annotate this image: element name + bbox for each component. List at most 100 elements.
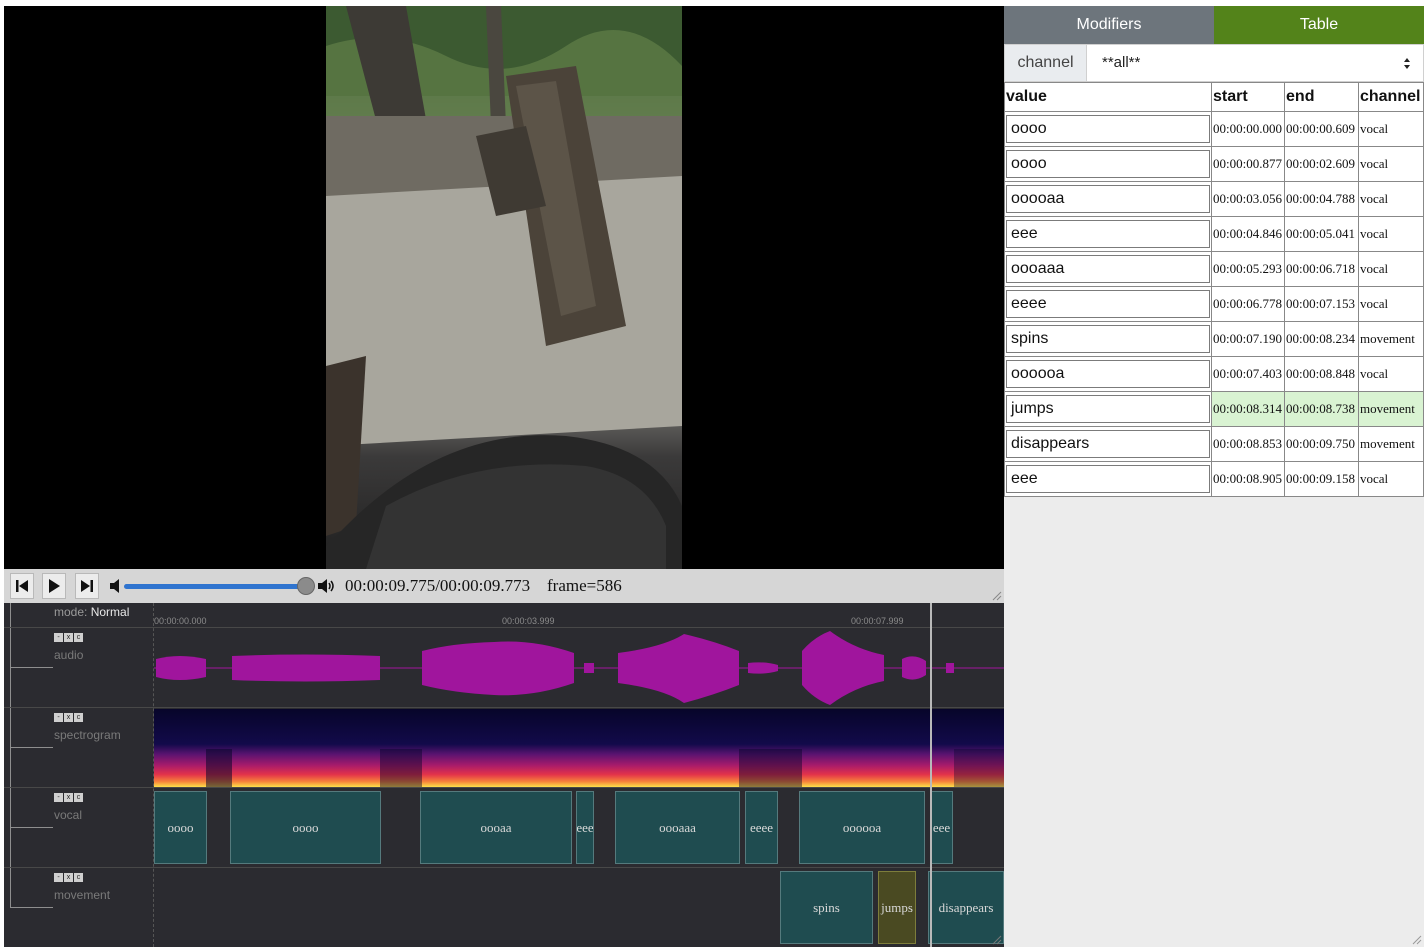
table-row[interactable]: disappears 00:00:08.853 00:00:09.750 mov… <box>1003 426 1425 462</box>
table-row-highlighted[interactable]: jumps 00:00:08.314 00:00:08.738 movement <box>1003 391 1425 427</box>
table-row[interactable]: eeee 00:00:06.778 00:00:07.153 vocal <box>1003 286 1425 322</box>
value-cell: eee <box>1003 461 1213 497</box>
vocal-segment[interactable]: eeee <box>745 791 778 864</box>
track-collapse-button[interactable]: - <box>54 633 63 642</box>
end-cell: 00:00:05.041 <box>1284 216 1359 252</box>
vocal-segment[interactable]: oooaa <box>420 791 572 864</box>
value-cell: jumps <box>1003 391 1213 427</box>
volume-slider[interactable] <box>124 577 315 595</box>
time-tick-label: 00:00:03.999 <box>502 616 555 626</box>
track-remove-button[interactable]: x <box>64 793 73 802</box>
table-row[interactable]: oooooa 00:00:07.403 00:00:08.848 vocal <box>1003 356 1425 392</box>
vocal-segment[interactable]: eee <box>930 791 953 864</box>
movement-segment-active[interactable]: jumps <box>878 871 916 944</box>
start-cell: 00:00:07.190 <box>1211 321 1286 357</box>
track-spectrogram[interactable]: - x c spectrogram <box>4 707 1004 787</box>
table-row[interactable]: oooaaa 00:00:05.293 00:00:06.718 vocal <box>1003 251 1425 287</box>
mode-indicator: mode: Normal <box>54 605 129 619</box>
track-remove-button[interactable]: x <box>64 873 73 882</box>
skip-forward-button[interactable] <box>75 573 99 599</box>
value-cell: spins <box>1003 321 1213 357</box>
movement-segment[interactable]: disappears <box>928 871 1004 944</box>
value-input[interactable]: oooo <box>1006 150 1211 178</box>
tab-modifiers[interactable]: Modifiers <box>1004 6 1214 44</box>
value-cell: oooo <box>1003 146 1213 182</box>
video-frame <box>326 6 682 569</box>
table-row[interactable]: oooo 00:00:00.000 00:00:00.609 vocal <box>1003 111 1425 147</box>
table-row[interactable]: oooo 00:00:00.877 00:00:02.609 vocal <box>1003 146 1425 182</box>
value-input[interactable]: oooo <box>1006 115 1211 143</box>
value-input[interactable]: oooaaa <box>1006 255 1211 283</box>
value-input[interactable]: oooooa <box>1006 360 1211 388</box>
movement-segment[interactable]: spins <box>780 871 873 944</box>
timeline[interactable]: mode: Normal 00:00:00.000 00:00:03.999 0… <box>4 603 1004 947</box>
table-row[interactable]: eee 00:00:08.905 00:00:09.158 vocal <box>1003 461 1425 497</box>
value-cell: ooooaa <box>1003 181 1213 217</box>
channel-select[interactable]: **all** <box>1102 45 1140 81</box>
skip-back-icon <box>16 580 28 592</box>
track-config-button[interactable]: c <box>74 873 83 882</box>
skip-back-button[interactable] <box>10 573 34 599</box>
value-input[interactable]: disappears <box>1006 430 1211 458</box>
column-header-end[interactable]: end <box>1284 82 1359 112</box>
value-cell: eee <box>1003 216 1213 252</box>
vocal-segment[interactable]: eee <box>576 791 594 864</box>
channel-filter-label: channel <box>1005 45 1087 81</box>
player-controls: 00:00:09.775/00:00:09.773 frame=586 <box>4 569 1004 603</box>
time-tick-label: 00:00:07.999 <box>851 616 904 626</box>
volume-slider-handle[interactable] <box>297 577 315 595</box>
value-input[interactable]: jumps <box>1006 395 1211 423</box>
track-config-button[interactable]: c <box>74 633 83 642</box>
table-row[interactable]: spins 00:00:07.190 00:00:08.234 movement <box>1003 321 1425 357</box>
start-cell: 00:00:08.314 <box>1211 391 1286 427</box>
table-row[interactable]: ooooaa 00:00:03.056 00:00:04.788 vocal <box>1003 181 1425 217</box>
playhead-cursor[interactable] <box>930 603 932 947</box>
channel-cell: vocal <box>1357 461 1425 497</box>
column-header-value[interactable]: value <box>1003 82 1213 112</box>
track-collapse-button[interactable]: - <box>54 793 63 802</box>
track-movement[interactable]: - x c movement spins jumps disappears <box>4 867 1004 947</box>
table-row[interactable]: eee 00:00:04.846 00:00:05.041 vocal <box>1003 216 1425 252</box>
movement-segments[interactable]: spins jumps disappears <box>154 869 1004 947</box>
vocal-segment[interactable]: oooaaa <box>615 791 740 864</box>
track-collapse-button[interactable]: - <box>54 713 63 722</box>
value-input[interactable]: eee <box>1006 465 1211 493</box>
video-player[interactable] <box>4 6 1004 569</box>
track-vocal[interactable]: - x c vocal oooo oooo oooaa eee oooaaa e… <box>4 787 1004 867</box>
spectrogram-view[interactable] <box>154 709 1004 787</box>
column-header-start[interactable]: start <box>1211 82 1286 112</box>
channel-cell: vocal <box>1357 111 1425 147</box>
play-button[interactable] <box>42 573 66 599</box>
track-audio[interactable]: - x c audio <box>4 627 1004 707</box>
track-collapse-button[interactable]: - <box>54 873 63 882</box>
track-config-button[interactable]: c <box>74 793 83 802</box>
track-config-button[interactable]: c <box>74 713 83 722</box>
column-header-channel[interactable]: channel <box>1357 82 1425 112</box>
track-remove-button[interactable]: x <box>64 713 73 722</box>
value-input[interactable]: eee <box>1006 220 1211 248</box>
value-input[interactable]: eeee <box>1006 290 1211 318</box>
resize-grip-icon[interactable] <box>1412 935 1422 945</box>
end-cell: 00:00:09.750 <box>1284 426 1359 462</box>
vocal-segment[interactable]: oooooa <box>799 791 925 864</box>
tab-table[interactable]: Table <box>1214 6 1424 44</box>
volume-high-icon[interactable] <box>317 577 337 595</box>
vocal-segment[interactable]: oooo <box>230 791 381 864</box>
table-header-row: value start end channel <box>1003 82 1425 112</box>
end-cell: 00:00:08.738 <box>1284 391 1359 427</box>
vocal-segment[interactable]: oooo <box>154 791 207 864</box>
audio-waveform[interactable] <box>154 629 1004 707</box>
value-input[interactable]: spins <box>1006 325 1211 353</box>
value-cell: disappears <box>1003 426 1213 462</box>
select-arrows-icon[interactable] <box>1403 57 1411 70</box>
start-cell: 00:00:00.877 <box>1211 146 1286 182</box>
track-remove-button[interactable]: x <box>64 633 73 642</box>
mode-label: mode: <box>54 605 88 619</box>
channel-cell: vocal <box>1357 146 1425 182</box>
resize-grip-icon[interactable] <box>992 935 1002 945</box>
value-input[interactable]: ooooaa <box>1006 185 1211 213</box>
value-cell: oooooa <box>1003 356 1213 392</box>
channel-cell: vocal <box>1357 181 1425 217</box>
vocal-segments[interactable]: oooo oooo oooaa eee oooaaa eeee oooooa e… <box>154 789 1004 867</box>
resize-grip-icon[interactable] <box>992 591 1002 601</box>
